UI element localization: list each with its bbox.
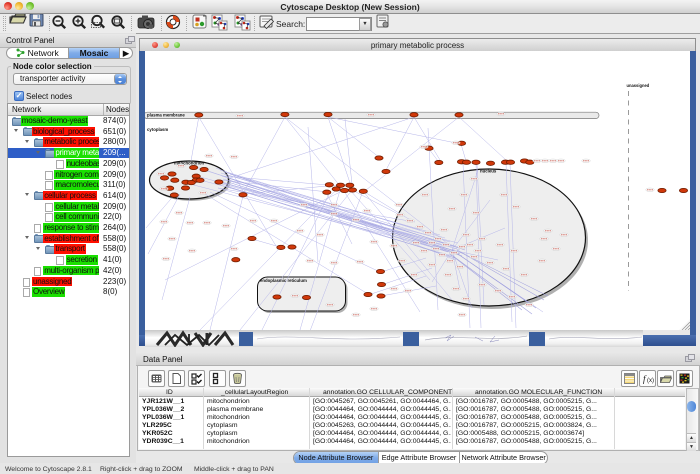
svg-text:endoplasmic reticulum: endoplasmic reticulum	[260, 278, 307, 283]
svg-text:cytoplasm: cytoplasm	[147, 127, 168, 132]
svg-text:(x): (x)	[647, 378, 654, 384]
svg-text:plasma membrane: plasma membrane	[147, 113, 185, 118]
svg-text:nucleus: nucleus	[480, 169, 497, 174]
svg-text:unassigned: unassigned	[627, 83, 650, 88]
